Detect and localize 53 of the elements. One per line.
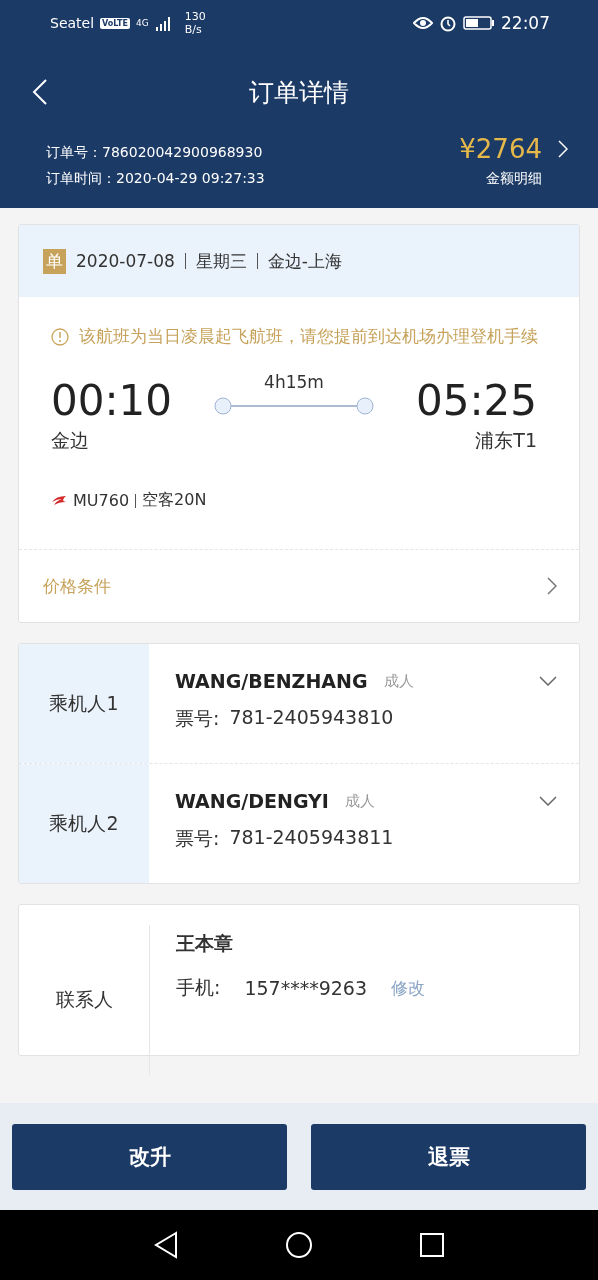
back-icon[interactable] [32,79,48,105]
expand-chevron-icon[interactable] [539,796,557,806]
eye-icon [413,16,433,30]
passenger-label: 乘机人1 [19,644,149,763]
flight-route: 金边-上海 [267,249,342,273]
flight-weekday: 星期三 [195,249,247,273]
passenger-name: WANG/DENGYI [175,790,329,812]
flight-date: 2020-07-08 [76,251,175,271]
order-number: 订单号：786020042900968930 [46,144,264,162]
action-button[interactable]: 退票 [311,1123,586,1190]
notice-text: 该航班为当日凌晨起飞航班，请您提前到达机场办理登机手续 [79,325,538,348]
order-time: 订单时间：2020-04-29 09:27:33 [46,170,266,188]
home-icon[interactable] [285,1231,313,1259]
warning-icon [51,328,69,346]
clock: 22:07 [501,13,550,33]
volte-badge: VoLTE [100,17,131,29]
passenger-name: WANG/BENZHANG [175,670,368,692]
flight-number: MU760 [73,491,130,510]
network-type: 4G [136,18,149,28]
chevron-right-icon[interactable] [558,140,568,158]
ticket-label: 票号: [175,706,220,731]
total-price: ¥2764 [459,136,542,162]
contact-label: 联系人 [19,925,150,1075]
page-title: 订单详情 [249,76,349,109]
flight-duration: 4h15m [264,372,324,392]
ticket-label: 票号: [175,826,220,851]
back-icon[interactable] [153,1231,179,1259]
carrier-name: Seatel [50,15,95,31]
price-detail-link[interactable]: 金额明细 [486,170,542,188]
arrival-airport: 浦东T1 [475,428,537,453]
phone-number: 157****9263 [244,977,368,999]
battery-icon [463,16,495,30]
action-button[interactable]: 改升 [12,1123,287,1190]
phone-label: 手机: [176,975,221,1000]
departure-airport: 金边 [51,428,90,453]
ticket-number: 781-2405943810 [229,706,394,730]
airline-logo-icon [51,494,67,507]
arrival-time: 05:25 [415,378,537,424]
passenger-type: 成人 [344,791,375,811]
ticket-number: 781-2405943811 [229,826,394,850]
chevron-right-icon [547,577,557,595]
speed-unit: B/s [184,23,203,36]
passenger-type: 成人 [383,671,414,691]
network-speed: 130 [184,10,206,23]
one-way-badge: 单 [43,248,66,274]
passenger-label: 乘机人2 [19,764,149,883]
alarm-icon [439,14,457,32]
aircraft-type: 空客20N [142,490,207,511]
signal-icon [154,15,173,31]
departure-time: 00:10 [51,378,173,424]
recents-icon[interactable] [419,1232,445,1258]
contact-name: 王本章 [176,931,234,956]
expand-chevron-icon[interactable] [539,676,557,686]
